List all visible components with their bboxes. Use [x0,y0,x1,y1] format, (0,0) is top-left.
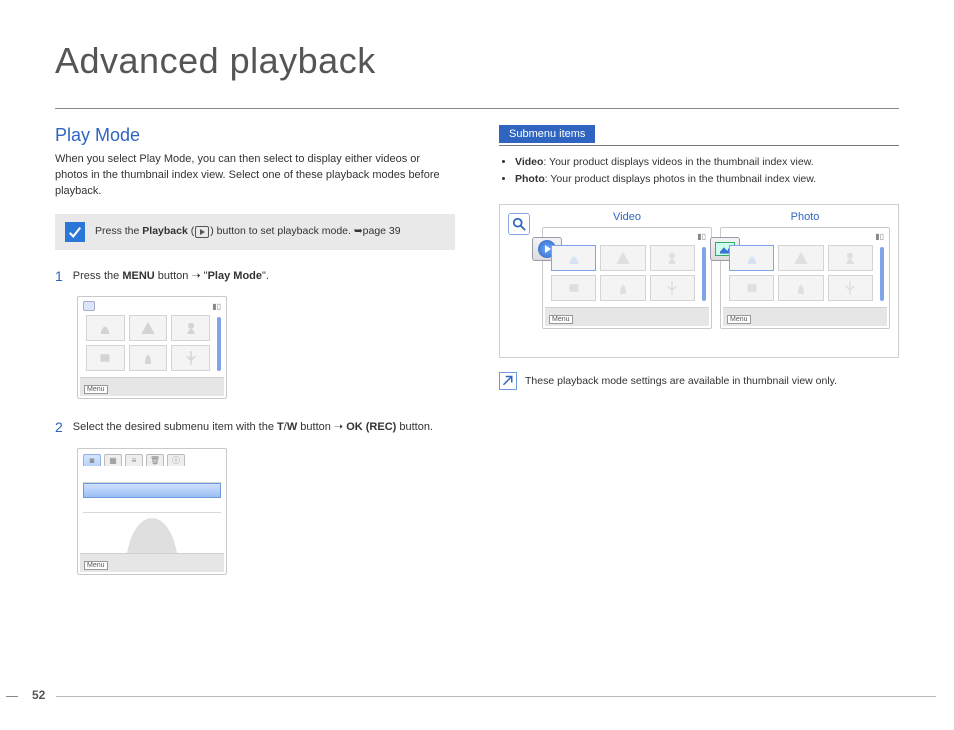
tip-text: Press the Playback () button to set play… [95,225,401,238]
tip-box: Press the Playback () button to set play… [55,214,455,250]
thumb-item [828,275,873,301]
menu-tab-row: ◙ ▦ ≡ 🗑 ⓘ [80,451,224,466]
scrollbar [217,317,221,371]
menu-tab: ⓘ [167,454,185,466]
menu-row-selected [83,483,221,498]
menu-row [83,498,221,513]
thumb-item [86,315,125,341]
intro-paragraph: When you select Play Mode, you can then … [55,152,455,200]
thumb-item [729,275,774,301]
battery-mini-icon: ▮▯ [875,232,884,241]
menu-tab: ≡ [125,454,143,466]
two-column-layout: Play Mode When you select Play Mode, you… [55,125,899,595]
scrollbar [702,247,706,301]
note-text: These playback mode settings are availab… [525,375,837,387]
right-column: Submenu items Video: Your product displa… [499,125,899,595]
compare-box: Video ▮▯ [499,204,899,358]
menu-panel: ◙ ▦ ≡ 🗑 ⓘ Menu [77,448,227,575]
thumb-item [551,275,596,301]
video-thumb-panel: ▮▯ Menu [542,227,712,329]
battery-mini-icon: ▮▯ [212,302,221,311]
thumb-item [650,245,695,271]
step-1-text: Press the MENU button ➝ "Play Mode". [73,268,269,285]
page-title: Advanced playback [55,40,899,90]
menu-tab-active: ◙ [83,454,101,466]
magnifier-icon [508,213,530,235]
note-row: These playback mode settings are availab… [499,372,899,390]
thumb-item [778,275,823,301]
menu-chip: Menu [727,315,751,324]
menu-tab: ▦ [104,454,122,466]
bullet-video: Video: Your product displays videos in t… [515,154,899,171]
thumb-item [650,275,695,301]
left-column: Play Mode When you select Play Mode, you… [55,125,455,595]
submenu-items-header: Submenu items [499,125,595,143]
check-icon [65,222,85,242]
thumb-item [129,315,168,341]
menu-chip: Menu [84,561,108,570]
step-number: 1 [55,268,63,285]
thumb-item [828,245,873,271]
video-label: Video [613,211,641,223]
thumb-item [171,315,210,341]
thumbnail-panel-1: ▮▯ Menu [77,296,227,399]
step-2: 2 Select the desired submenu item with t… [55,419,455,436]
compare-col-photo: Photo ▮▯ [720,211,890,349]
title-divider [55,108,899,109]
thumb-item [129,345,168,371]
thumb-item [171,345,210,371]
section-title: Play Mode [55,125,455,146]
step-1: 1 Press the MENU button ➝ "Play Mode". [55,268,455,285]
thumb-item [600,245,645,271]
submenu-bullet-list: Video: Your product displays videos in t… [499,154,899,188]
bullet-photo: Photo: Your product displays photos in t… [515,171,899,188]
battery-mini-icon: ▮▯ [697,232,706,241]
menu-row [83,468,221,483]
step-2-text: Select the desired submenu item with the… [73,419,433,436]
photo-label: Photo [791,211,820,223]
compare-col-video: Video ▮▯ [542,211,712,349]
thumb-item [778,245,823,271]
thumb-item [600,275,645,301]
playback-icon [195,226,209,238]
menu-chip: Menu [84,385,108,394]
camera-mini-icon [83,301,95,311]
menu-chip: Menu [549,315,573,324]
submenu-divider [499,145,899,146]
thumbnail-grid [80,311,224,377]
scrollbar [880,247,884,301]
thumb-item [86,345,125,371]
thumb-item [729,245,774,271]
step-number: 2 [55,419,63,436]
menu-tab: 🗑 [146,454,164,466]
note-icon [499,372,517,390]
photo-thumb-panel: ▮▯ Menu [720,227,890,329]
background-silhouette [83,513,221,553]
page-number: 52 [32,688,45,702]
thumb-item [551,245,596,271]
